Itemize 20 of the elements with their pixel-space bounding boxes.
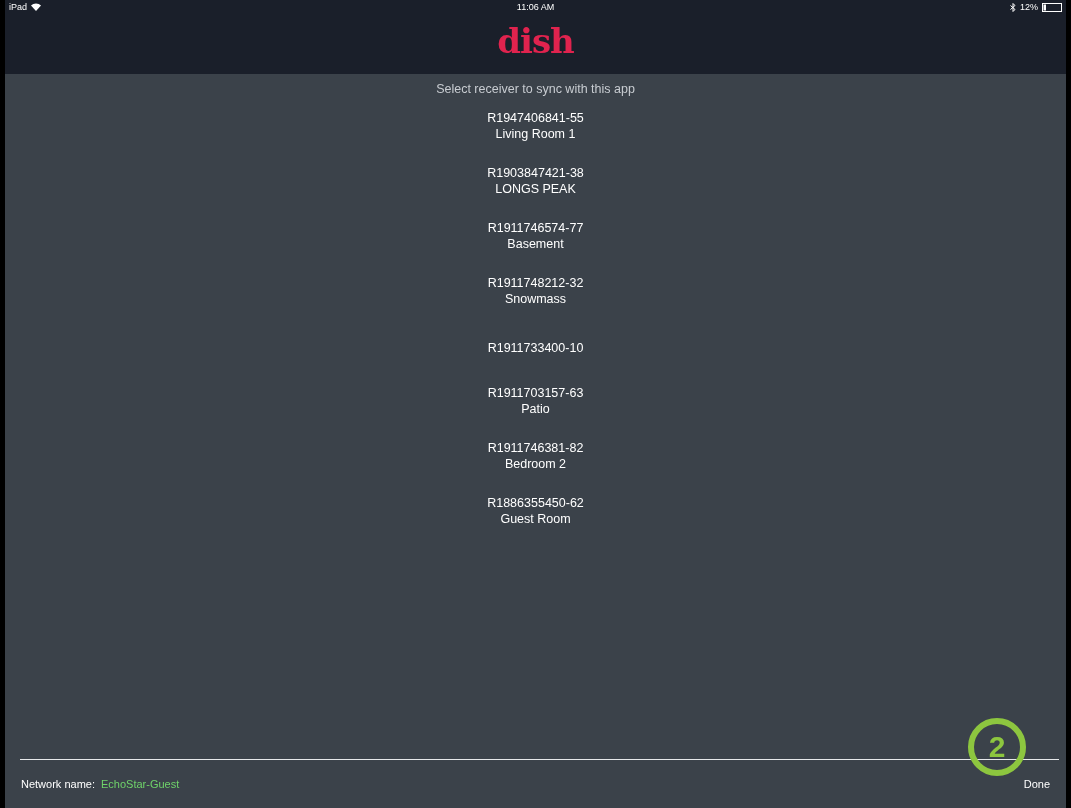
receiver-item[interactable]: R1903847421-38 LONGS PEAK xyxy=(487,165,584,220)
wifi-icon xyxy=(31,3,41,11)
receiver-item[interactable]: R1886355450-62 Guest Room xyxy=(487,495,584,550)
receiver-item[interactable]: R1947406841-55 Living Room 1 xyxy=(487,110,584,165)
clock: 11:06 AM xyxy=(516,2,555,12)
network-name: EchoStar-Guest xyxy=(101,778,180,790)
receiver-item[interactable]: R1911746381-82 Bedroom 2 xyxy=(487,440,584,495)
callout-badge: 2 xyxy=(968,718,1026,776)
done-button[interactable]: Done xyxy=(1023,778,1050,790)
logo: dish xyxy=(496,20,575,63)
battery-percent: 12% xyxy=(1019,2,1038,12)
prompt-text: Select receiver to sync with this app xyxy=(436,82,635,96)
receiver-item[interactable]: R1911748212-32 Snowmass xyxy=(487,275,584,330)
receiver-item[interactable]: R1911733400-10 xyxy=(487,330,584,385)
battery-icon xyxy=(1042,2,1062,12)
network-label: Network name: xyxy=(21,778,95,790)
bluetooth-icon xyxy=(1009,2,1016,12)
device-name: iPad xyxy=(9,2,27,12)
receiver-item[interactable]: R1911703157-63 Patio xyxy=(487,385,584,440)
receiver-item[interactable]: R1911746574-77 Basement xyxy=(487,220,584,275)
